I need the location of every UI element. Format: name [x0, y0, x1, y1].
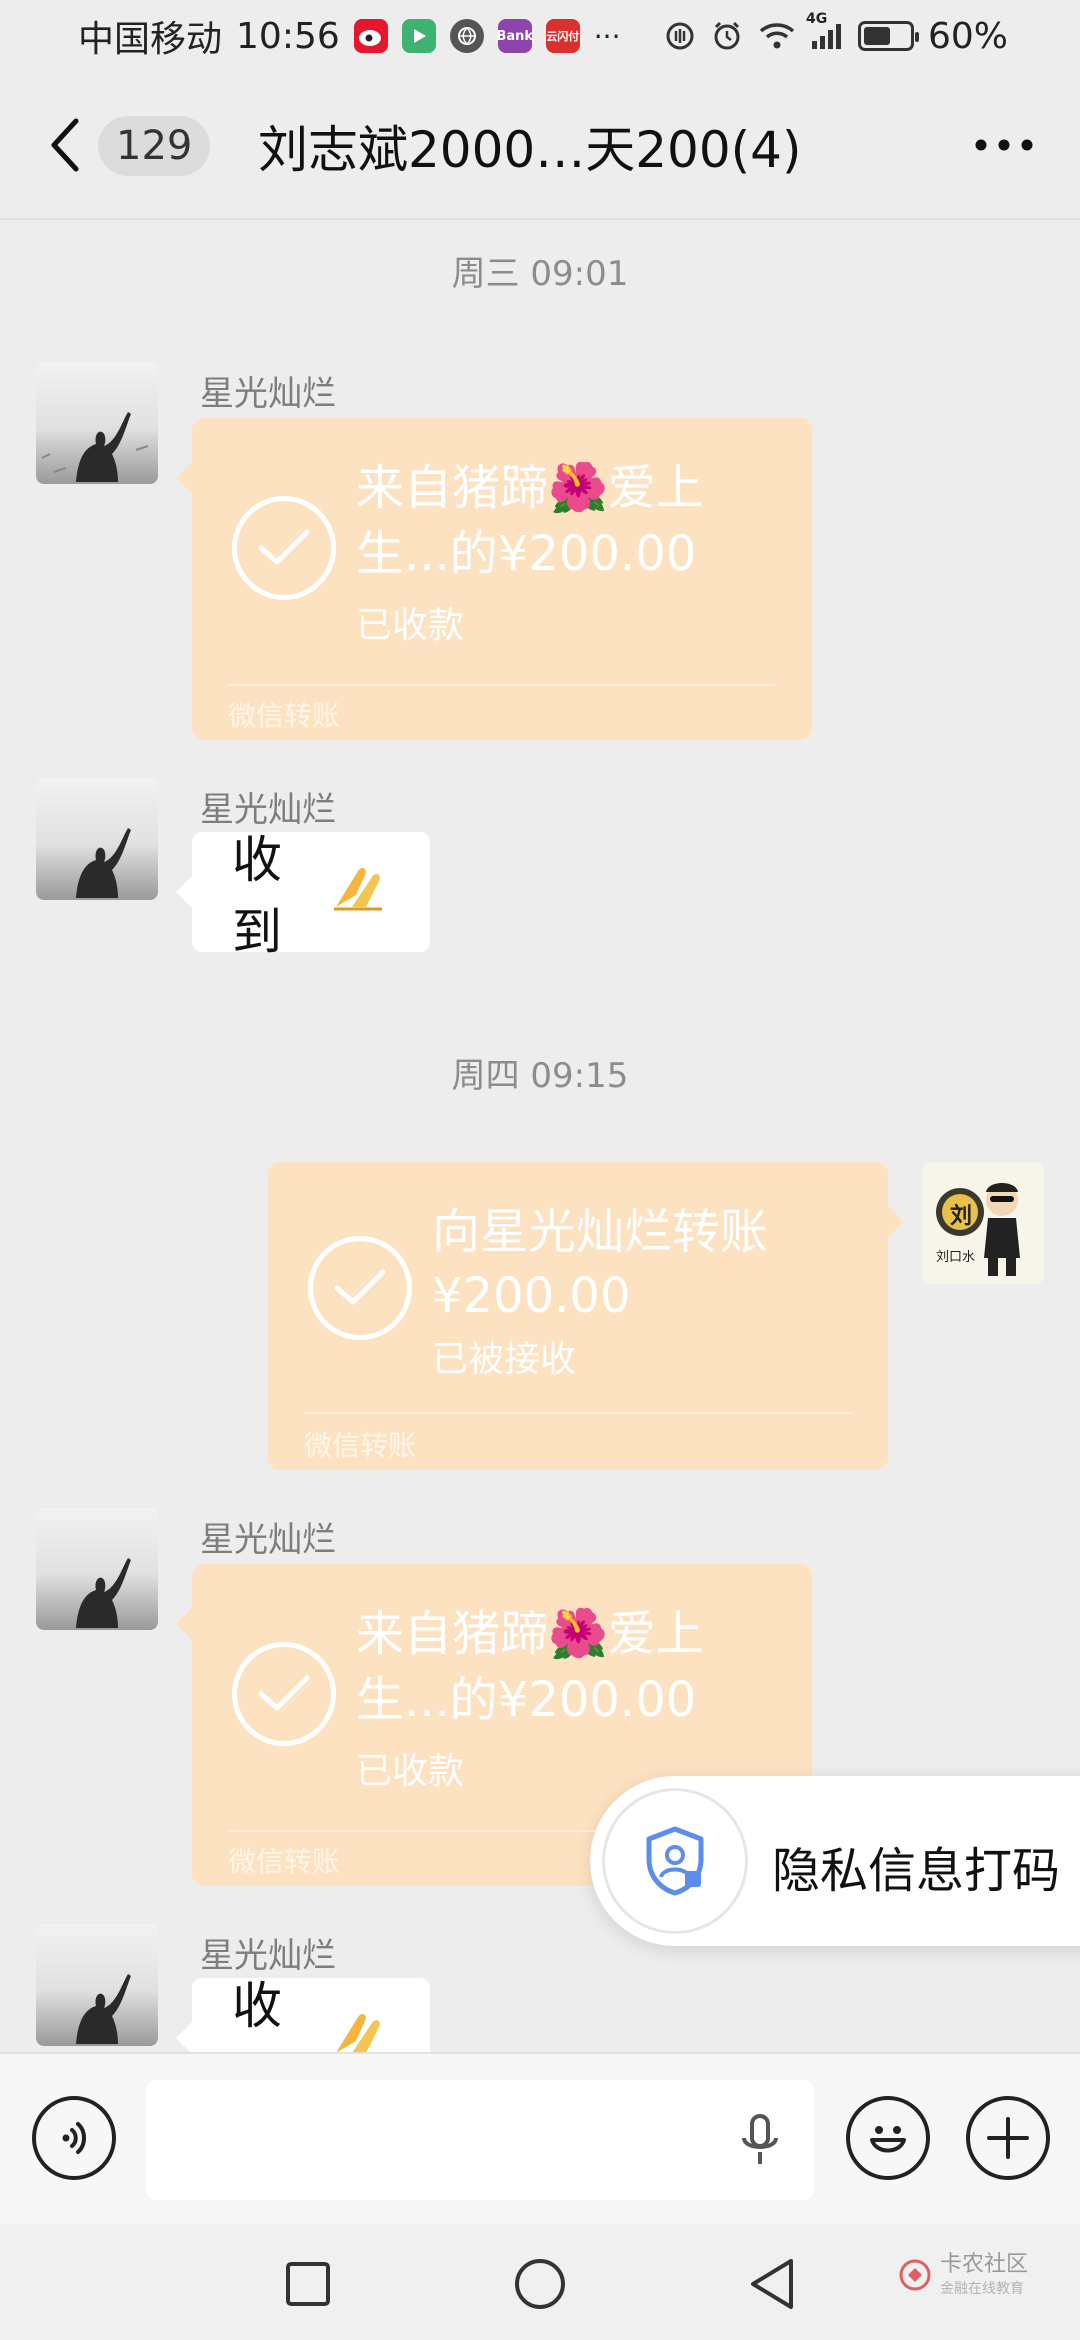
bank-app-icon: Bank [496, 19, 533, 53]
status-right: 4G 60% [664, 11, 1008, 57]
more-actions-button[interactable] [966, 2096, 1050, 2180]
back-button[interactable] [40, 112, 90, 178]
more-notifications-icon: ··· [593, 19, 621, 53]
alarm-icon [710, 19, 744, 53]
check-circle-icon [232, 496, 336, 600]
transfer-recipient-line: 向星光灿烂转账 [432, 1204, 769, 1260]
transfer-status: 已收款 [356, 1751, 465, 1792]
shield-user-icon [646, 1826, 704, 1896]
unread-count-badge[interactable]: 129 [98, 116, 211, 176]
battery-level-fill [863, 27, 891, 45]
transfer-sender-line: 来自猪蹄🌺爱上 [356, 1606, 704, 1662]
cellular-signal-icon: 4G [806, 11, 844, 51]
header-divider [0, 218, 1080, 220]
watermark-subtitle: 金融在线教育 [940, 2281, 1024, 2297]
check-circle-icon [232, 1642, 336, 1746]
recent-apps-button[interactable] [278, 2254, 338, 2314]
battery-icon [857, 21, 919, 51]
pray-hands-emoji-icon [332, 861, 390, 923]
watermark-logo-icon [899, 2259, 931, 2291]
transfer-card-sent[interactable]: 向星光灿烂转账 ¥200.00 已被接收 微信转账 [268, 1162, 904, 1470]
contact-avatar[interactable] [36, 1924, 158, 2046]
bubble-tail [176, 1608, 192, 1640]
wifi-icon [758, 21, 796, 51]
my-avatar[interactable]: 刘 刘口水 [922, 1162, 1044, 1284]
emoji-button[interactable] [846, 2096, 930, 2180]
transfer-footer: 微信转账 [304, 1429, 417, 1462]
transfer-divider [304, 1412, 852, 1414]
cartoon-avatar-image [936, 1183, 1020, 1276]
privacy-mask-popup[interactable]: 隐私信息打码 [590, 1776, 1080, 1946]
contact-avatar[interactable] [36, 1508, 158, 1630]
mic-button[interactable] [730, 2110, 790, 2170]
status-bar: 中国移动 10:56 Bank 云闪付 ··· 4G 60% [0, 0, 1080, 72]
more-dots-icon [975, 139, 1033, 151]
home-button[interactable] [510, 2254, 570, 2314]
bubble-tail [176, 2022, 192, 2054]
status-left: 中国移动 10:56 Bank 云闪付 ··· [78, 10, 620, 62]
bubble-tail [888, 1206, 904, 1238]
microphone-icon [742, 2114, 778, 2164]
bubble-tail [176, 876, 192, 908]
transfer-sender-line: 来自猪蹄🌺爱上 [356, 460, 704, 516]
avatar-char: 刘 [950, 1204, 973, 1229]
watermark: 卡农社区 金融在线教育 [898, 2252, 1028, 2298]
message-timestamp: 周四 09:15 [451, 1056, 629, 1096]
silhouette-image [76, 1558, 131, 1628]
silhouette-image [41, 412, 149, 482]
carrier-label: 中国移动 [78, 19, 223, 60]
transfer-amount-line: ¥200.00 [432, 1268, 631, 1324]
smiley-icon [870, 2126, 906, 2153]
bubble-tail [176, 462, 192, 494]
clock: 10:56 [236, 15, 340, 57]
browser-icon [449, 19, 484, 53]
triangle-back-icon [751, 2259, 793, 2309]
sender-name: 星光灿烂 [200, 1520, 336, 1560]
privacy-mask-label: 隐私信息打码 [772, 1843, 1061, 1899]
transfer-amount-line: 生...的¥200.00 [356, 526, 697, 582]
watermark-title: 卡农社区 [940, 2252, 1029, 2277]
plus-icon [987, 2117, 1029, 2159]
sender-name: 星光灿烂 [200, 374, 336, 414]
contact-avatar[interactable] [36, 778, 158, 900]
watermark-text-block: 卡农社区 金融在线教育 [940, 2252, 1028, 2298]
chat-input-bar [0, 2052, 1080, 2224]
voice-mode-button[interactable] [32, 2096, 116, 2180]
video-app-icon [401, 19, 436, 53]
silhouette-image [76, 1974, 131, 2044]
silhouette-image [76, 828, 131, 898]
message-input[interactable] [146, 2080, 814, 2200]
message-text: 收到 [232, 831, 282, 961]
transfer-status: 已被接收 [432, 1339, 577, 1380]
back-nav-button[interactable] [742, 2254, 802, 2314]
chat-header: 129 刘志斌2000…天200(4) [0, 72, 1080, 220]
pay-app-icon: 云闪付 [545, 19, 580, 53]
text-message-bubble[interactable]: 收到 [176, 831, 430, 961]
transfer-divider [228, 684, 776, 686]
avatar-caption: 刘口水 [936, 1250, 976, 1265]
chevron-left-icon [51, 118, 79, 172]
transfer-status: 已收款 [356, 605, 465, 646]
weibo-icon [353, 19, 388, 53]
square-icon [286, 2262, 330, 2306]
circle-icon [515, 2259, 565, 2309]
chat-title[interactable]: 刘志斌2000…天200(4) [258, 110, 802, 182]
voice-wave-icon [62, 2122, 86, 2154]
privacy-shield-button[interactable] [602, 1788, 748, 1934]
network-type-label: 4G [805, 11, 828, 27]
check-circle-icon [308, 1236, 412, 1340]
battery-percent: 60% [927, 15, 1008, 57]
transfer-amount-line: 生...的¥200.00 [356, 1672, 697, 1728]
message-timestamp: 周三 09:01 [451, 254, 629, 294]
transfer-footer: 微信转账 [228, 1845, 341, 1878]
transfer-card-received[interactable]: 来自猪蹄🌺爱上 生...的¥200.00 已收款 微信转账 [176, 418, 812, 740]
contact-avatar[interactable] [36, 362, 158, 484]
transfer-footer: 微信转账 [228, 699, 341, 732]
data-saver-icon [664, 20, 696, 52]
more-options-button[interactable] [964, 112, 1044, 178]
system-nav-bar: 卡农社区 金融在线教育 [0, 2224, 1080, 2340]
